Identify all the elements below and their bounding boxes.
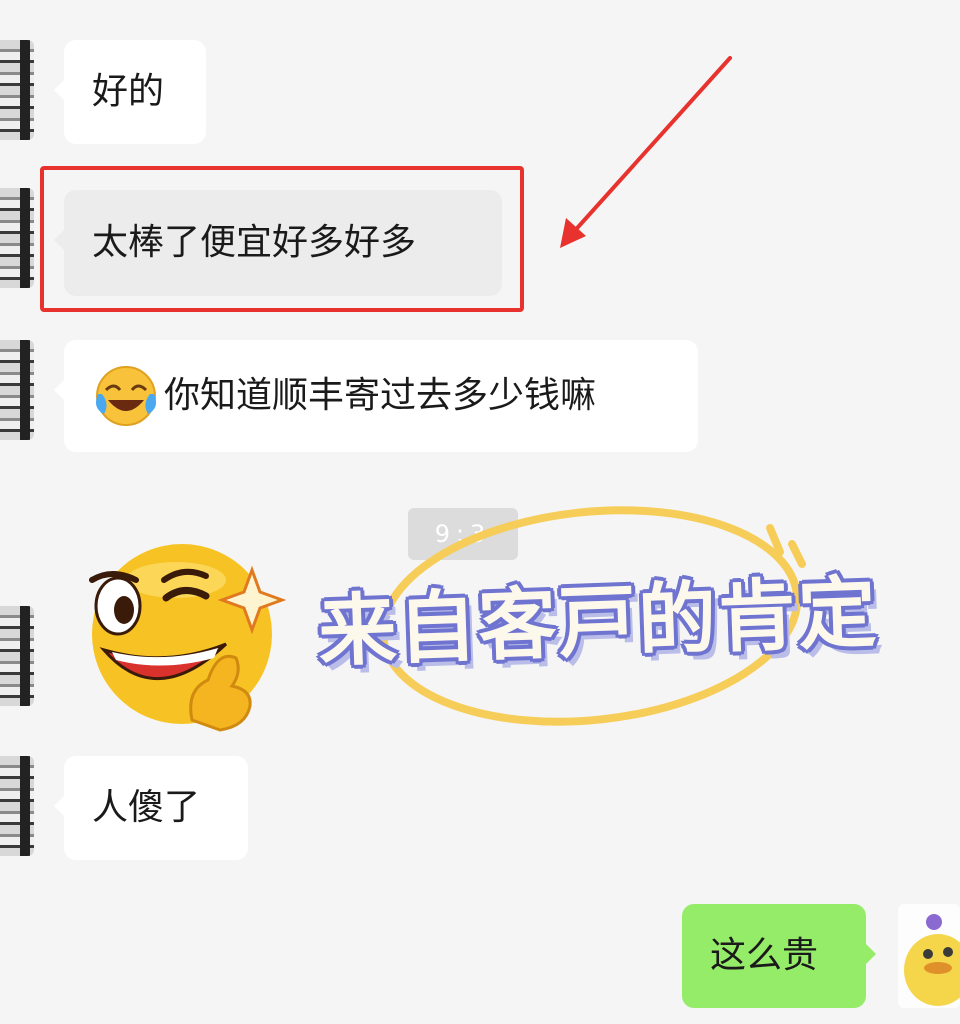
message-bubble[interactable]: 人傻了 [54,756,248,860]
winking-sticker-icon[interactable] [56,540,286,740]
highlight-annotation-box [40,166,524,312]
message-bubble[interactable]: 好的 [54,40,206,144]
my-message-bubble[interactable]: 这么贵 [682,904,876,1008]
message-text: 你知道顺丰寄过去多少钱嘛 [164,375,597,416]
stamp-title: 来自客戸的肯定 [316,568,880,678]
contact-avatar[interactable] [0,756,34,856]
contact-avatar[interactable] [0,188,34,288]
duck-avatar-icon [904,914,960,1006]
my-avatar[interactable] [898,904,960,1008]
message-text: 这么贵 [710,935,819,976]
message-bubble[interactable]: 你知道顺丰寄过去多少钱嘛 [54,340,698,452]
arrow-annotation-icon [560,56,732,248]
contact-avatar[interactable] [0,40,34,140]
message-text: 好的 [92,71,165,112]
contact-avatar[interactable] [0,606,34,706]
laughing-tears-icon [96,366,156,426]
message-text: 人傻了 [92,787,201,828]
contact-avatar[interactable] [0,340,34,440]
